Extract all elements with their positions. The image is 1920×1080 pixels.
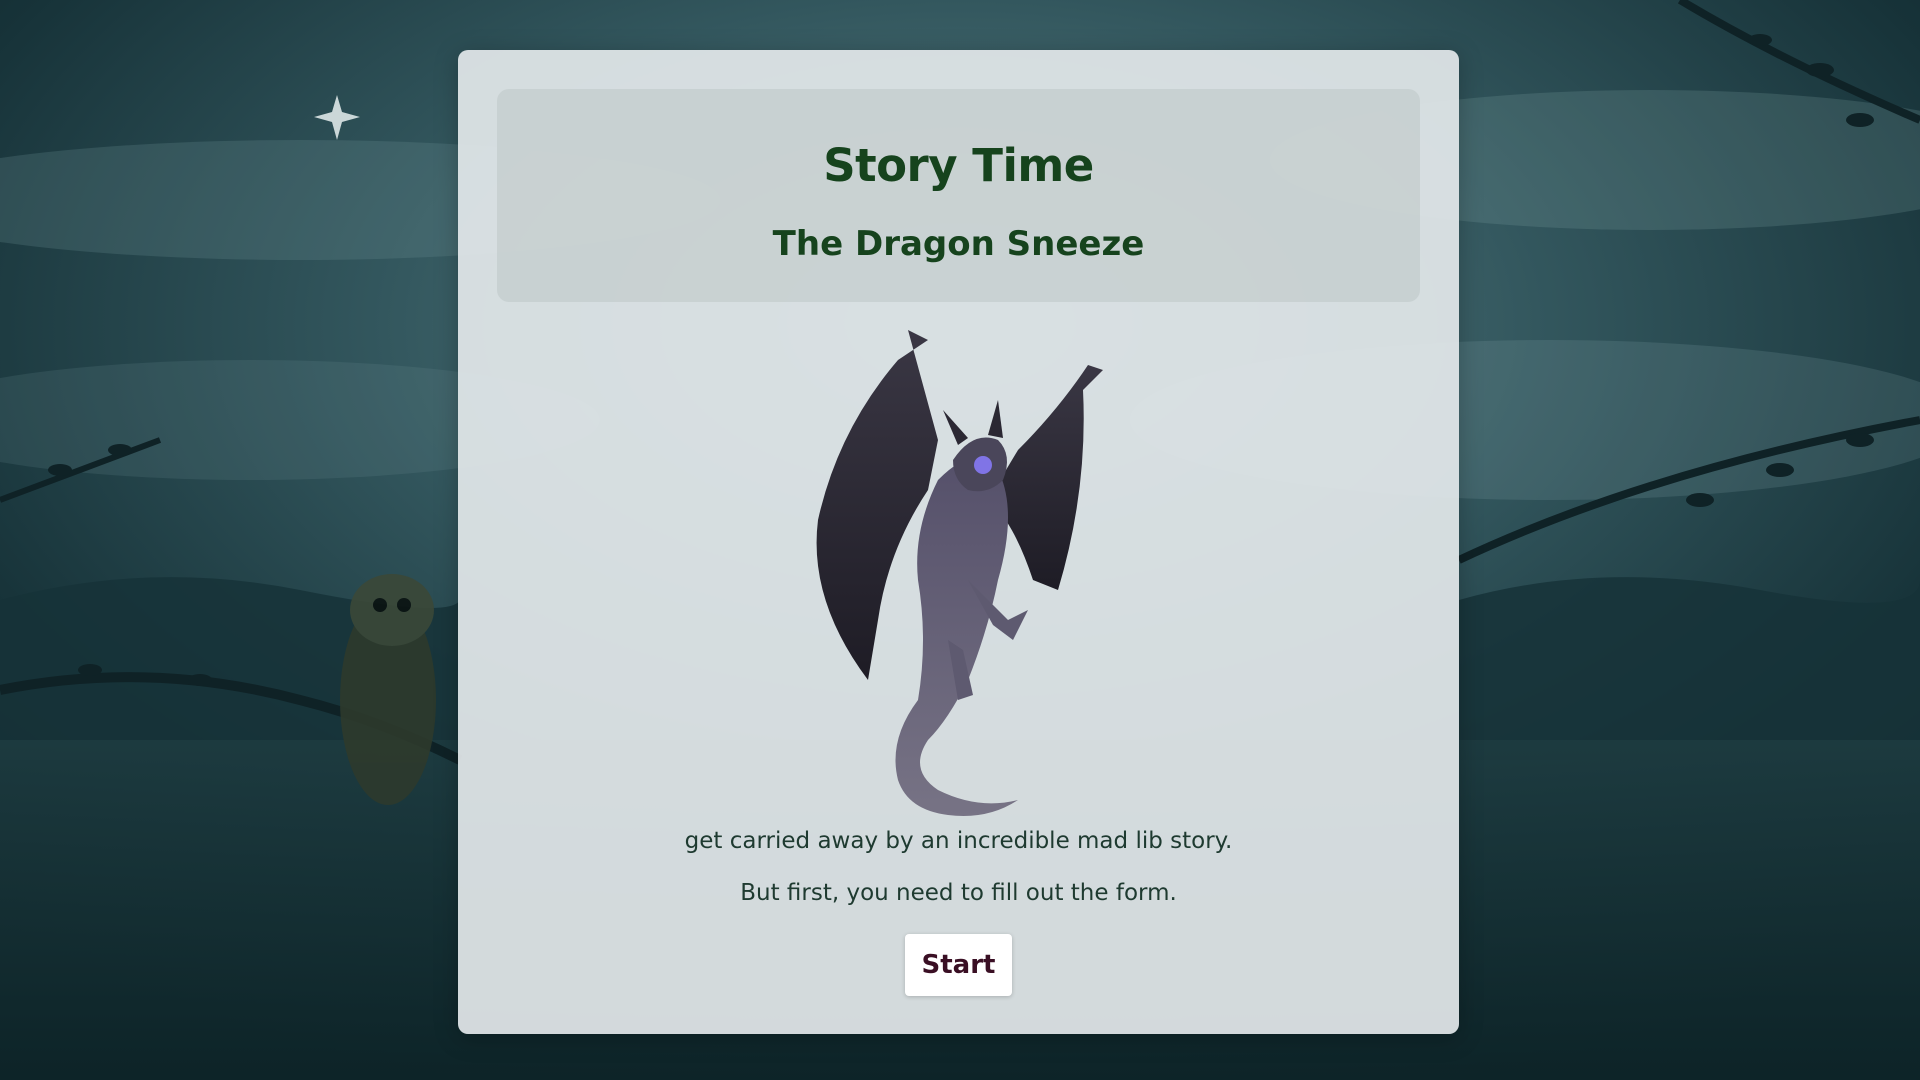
instruction-text: But first, you need to fill out the form… xyxy=(740,880,1177,906)
owl-silhouette xyxy=(340,574,436,805)
start-button[interactable]: Start xyxy=(905,934,1012,996)
page-title: Story Time xyxy=(823,139,1094,192)
dragon-illustration xyxy=(816,330,1103,816)
story-card: Story Time The Dragon Sneeze get carried… xyxy=(458,50,1459,1034)
story-subtitle: The Dragon Sneeze xyxy=(772,224,1145,264)
story-header: Story Time The Dragon Sneeze xyxy=(497,89,1420,302)
intro-text: get carried away by an incredible mad li… xyxy=(684,828,1233,854)
